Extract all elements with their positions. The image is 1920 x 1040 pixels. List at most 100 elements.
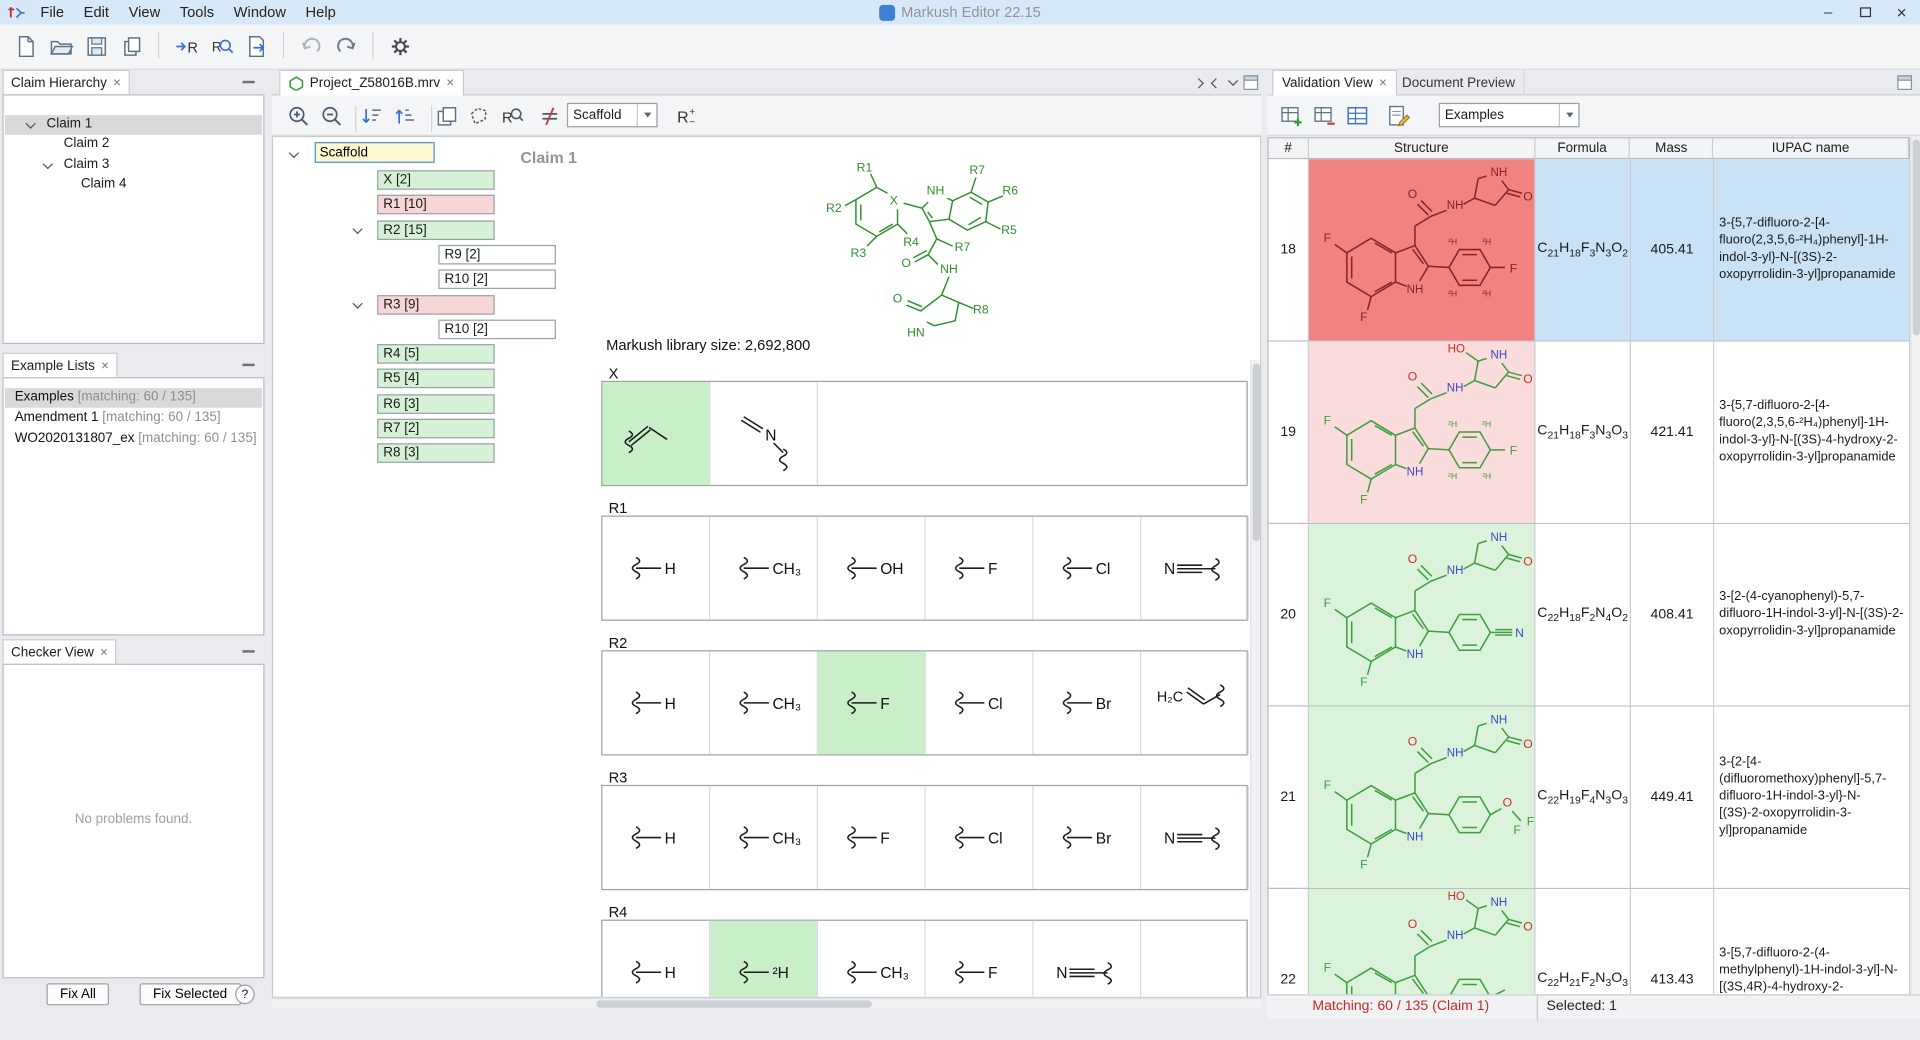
minimize-panel-icon[interactable] — [242, 81, 254, 83]
menu-tools[interactable]: Tools — [170, 0, 224, 24]
fragment-cell[interactable]: H — [602, 517, 710, 620]
exclude-bond-button[interactable] — [535, 102, 564, 131]
splitter-left[interactable] — [264, 70, 271, 1040]
panel-layout-icon[interactable] — [1243, 75, 1259, 91]
rgroup-tree-item[interactable]: R10 [2] — [438, 320, 556, 340]
structure-cell[interactable]: FFNHONHNHOF²H²H²H²H — [1309, 159, 1536, 340]
minimize-panel-icon[interactable] — [242, 650, 254, 652]
fragment-cell[interactable]: Cl — [926, 786, 1034, 889]
rgroup-tree-item[interactable]: R9 [2] — [438, 245, 556, 265]
fragment-cell[interactable] — [602, 382, 710, 485]
maximize-button[interactable] — [1847, 0, 1884, 24]
redo-button[interactable] — [331, 31, 362, 62]
scrollbar-thumb[interactable] — [596, 1000, 872, 1007]
column-number[interactable]: # — [1269, 138, 1309, 158]
rgroup-tree-item[interactable]: X [2] — [377, 170, 495, 190]
canvas-horizontal-scrollbar[interactable] — [272, 998, 1261, 1008]
example-lists-tab[interactable]: Example Lists × — [2, 353, 117, 377]
lasso-select-button[interactable] — [464, 102, 493, 131]
markush-canvas[interactable]: X [2] R1 [10] R2 [15] R9 [2] R10 [2] R3 [9] R1… — [272, 136, 1261, 998]
example-list-item[interactable]: WO2020131807_ex [matching: 60 / 135] — [5, 430, 262, 450]
minimize-button[interactable]: – — [1810, 0, 1847, 24]
column-structure[interactable]: Structure — [1309, 138, 1535, 158]
table-row[interactable]: 20FFNHONHNHONC22H18F2N4O2408.413-[2-(4-c… — [1269, 524, 1911, 706]
tab-list-icon[interactable] — [1228, 76, 1238, 86]
rgroup-search-button[interactable]: R — [206, 31, 237, 62]
rgroup-tree-item[interactable]: R3 [9] — [377, 295, 495, 315]
rlogic-button[interactable]: R+− — [671, 102, 700, 131]
settings-button[interactable] — [384, 31, 415, 62]
fragment-cell[interactable]: N — [710, 382, 818, 485]
help-button[interactable]: ? — [235, 984, 255, 1004]
example-list-dropdown[interactable]: Examples — [1439, 103, 1580, 127]
view-mode-dropdown[interactable]: Scaffold — [567, 103, 658, 127]
undo-button[interactable] — [295, 31, 326, 62]
rgroup-tree-item[interactable]: R6 [3] — [377, 394, 495, 414]
menu-view[interactable]: View — [119, 0, 170, 24]
copy-structure-button[interactable] — [432, 102, 461, 131]
expand-arrow-icon[interactable] — [25, 118, 35, 128]
fragment-cell[interactable]: F — [818, 786, 926, 889]
table-vertical-scrollbar[interactable] — [1910, 137, 1920, 994]
close-button[interactable]: × — [1883, 0, 1920, 24]
import-rgroup-button[interactable]: R — [170, 31, 201, 62]
scrollbar-thumb[interactable] — [1913, 140, 1920, 336]
close-icon[interactable]: × — [101, 358, 109, 373]
menu-file[interactable]: File — [31, 0, 74, 24]
fragment-cell[interactable]: F — [926, 921, 1034, 998]
table-row[interactable]: 22FFNHONHNHOHOC22H21F2N3O3413.433-[5,7-d… — [1269, 889, 1911, 994]
menu-window[interactable]: Window — [224, 0, 296, 24]
scaffold-name-input[interactable] — [315, 142, 435, 163]
tab-validation-view[interactable]: Validation View × — [1272, 70, 1396, 96]
column-formula[interactable]: Formula — [1535, 138, 1630, 158]
fragment-cell[interactable]: ²H — [710, 921, 818, 998]
fix-all-button[interactable]: Fix All — [47, 983, 110, 1005]
fragment-cell[interactable]: H — [602, 786, 710, 889]
rgroup-tree-item[interactable]: R1 [10] — [377, 195, 495, 215]
example-list-item[interactable]: Amendment 1 [matching: 60 / 135] — [5, 409, 262, 429]
claim-hierarchy-tab[interactable]: Claim Hierarchy × — [2, 70, 129, 94]
expand-arrow-icon[interactable] — [352, 224, 362, 234]
structure-cell[interactable]: FFNHONHNHOFHO²H²H²H²H — [1309, 342, 1536, 523]
claim-item[interactable]: Claim 1 — [5, 115, 262, 135]
fragment-cell[interactable]: H — [602, 921, 710, 998]
close-tab-icon[interactable]: × — [446, 76, 454, 91]
table-row[interactable]: 18FFNHONHNHOF²H²H²H²HC21H18F3N3O2405.413… — [1269, 159, 1911, 341]
rgroup-tree-item[interactable]: R5 [4] — [377, 369, 495, 389]
fragment-cell[interactable]: CH₃ — [710, 517, 818, 620]
table-row[interactable]: 21FFNHONHNHOOFFC22H19F4N3O3449.413-{2-[4… — [1269, 707, 1911, 889]
zoom-in-button[interactable] — [284, 102, 313, 131]
structure-cell[interactable]: FFNHONHNHOOFF — [1309, 707, 1536, 888]
table-view-button[interactable] — [1343, 102, 1372, 131]
fragment-cell[interactable]: Cl — [926, 651, 1034, 754]
table-row[interactable]: 19FFNHONHNHOFHO²H²H²H²HC21H18F3N3O3421.4… — [1269, 342, 1911, 524]
close-icon[interactable]: × — [100, 645, 108, 660]
column-iupac-name[interactable]: IUPAC name — [1713, 138, 1909, 158]
structure-cell[interactable]: FFNHONHNHON — [1309, 524, 1536, 705]
fragment-cell[interactable]: F — [926, 517, 1034, 620]
example-list-item[interactable]: Examples [matching: 60 / 135] — [5, 388, 262, 408]
rgroup-tree-item[interactable]: R4 [5] — [377, 344, 495, 364]
zoom-out-button[interactable] — [317, 102, 346, 131]
fragment-cell[interactable]: N — [1141, 517, 1249, 620]
rgroup-tree-item[interactable]: R7 [2] — [377, 419, 495, 439]
rgroup-tree-item[interactable]: R2 [15] — [377, 220, 495, 240]
fragment-cell[interactable]: H — [602, 651, 710, 754]
fragment-cell[interactable]: OH — [818, 517, 926, 620]
new-document-button[interactable] — [10, 31, 41, 62]
save-button[interactable] — [81, 31, 112, 62]
minimize-panel-icon[interactable] — [242, 364, 254, 366]
tab-scroll-left-icon[interactable] — [1194, 78, 1204, 88]
structure-cell[interactable]: FFNHONHNHOHO — [1309, 889, 1536, 994]
sort-ascending-button[interactable] — [391, 102, 420, 131]
scaffold-structure[interactable]: R1 X R2 R3 R4 NH R7 R6 R5 R7 O NH O HN R… — [748, 140, 1079, 354]
scaffold-expand-icon[interactable] — [289, 148, 299, 158]
checker-view-tab[interactable]: Checker View × — [2, 639, 116, 663]
fragment-cell[interactable]: CH₃ — [818, 921, 926, 998]
panel-layout-icon[interactable] — [1897, 75, 1913, 91]
claim-item[interactable]: Claim 3 — [5, 155, 262, 175]
menu-help[interactable]: Help — [296, 0, 346, 24]
fragment-cell[interactable]: CH₃ — [710, 786, 818, 889]
remove-example-list-button[interactable] — [1310, 102, 1339, 131]
claim-item[interactable]: Claim 2 — [5, 135, 262, 155]
